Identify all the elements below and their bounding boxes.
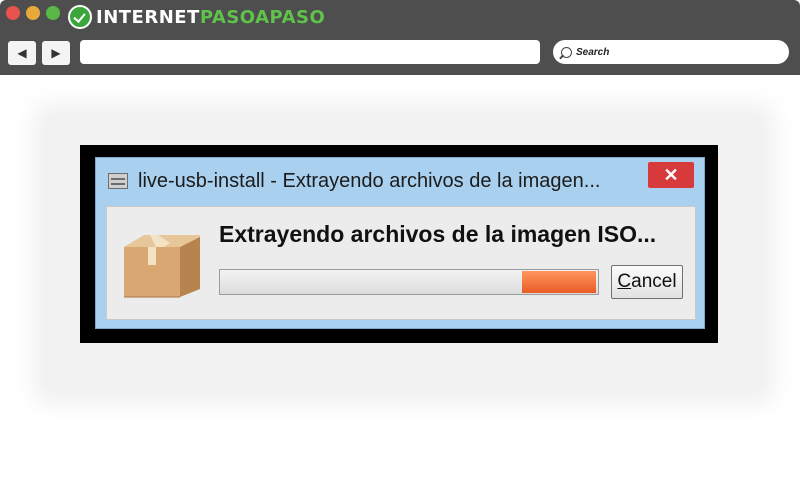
back-arrow-icon: ◀ (17, 46, 27, 60)
cancel-label: ancel (631, 271, 677, 292)
progress-heading: Extrayendo archivos de la imagen ISO... (219, 221, 657, 247)
progress-fill (522, 271, 597, 293)
maximize-window-dot[interactable] (46, 6, 60, 20)
cancel-button[interactable]: Cancel (611, 265, 683, 299)
search-placeholder: Search (576, 46, 610, 58)
app-window-icon (108, 173, 128, 189)
progress-bar (219, 269, 599, 295)
forward-button[interactable]: ▶ (42, 41, 70, 65)
search-icon (561, 46, 572, 58)
close-icon: ✕ (663, 164, 679, 185)
brand-text-internet: INTERNET (96, 6, 200, 28)
brand-logo: INTERNETPASOAPASO (68, 4, 325, 30)
checkmark-logo-icon (68, 5, 92, 29)
back-button[interactable]: ◀ (8, 41, 36, 65)
close-button[interactable]: ✕ (648, 162, 694, 188)
browser-chrome: INTERNETPASOAPASO ◀ ▶ Search (0, 0, 800, 75)
close-window-dot[interactable] (6, 6, 20, 20)
minimize-window-dot[interactable] (26, 6, 40, 20)
cancel-mnemonic: C (617, 271, 632, 292)
brand-text-pasoapaso: PASOAPASO (199, 6, 326, 28)
dialog-title: live-usb-install - Extrayendo archivos d… (138, 170, 601, 192)
address-bar[interactable] (80, 40, 540, 64)
search-bar[interactable]: Search (553, 40, 789, 64)
window-controls (6, 6, 60, 20)
dialog-content: Extrayendo archivos de la imagen ISO... … (106, 206, 696, 320)
box-icon (124, 235, 200, 298)
install-dialog: live-usb-install - Extrayendo archivos d… (95, 157, 705, 329)
forward-arrow-icon: ▶ (51, 46, 61, 60)
dialog-titlebar[interactable]: live-usb-install - Extrayendo archivos d… (96, 158, 704, 198)
